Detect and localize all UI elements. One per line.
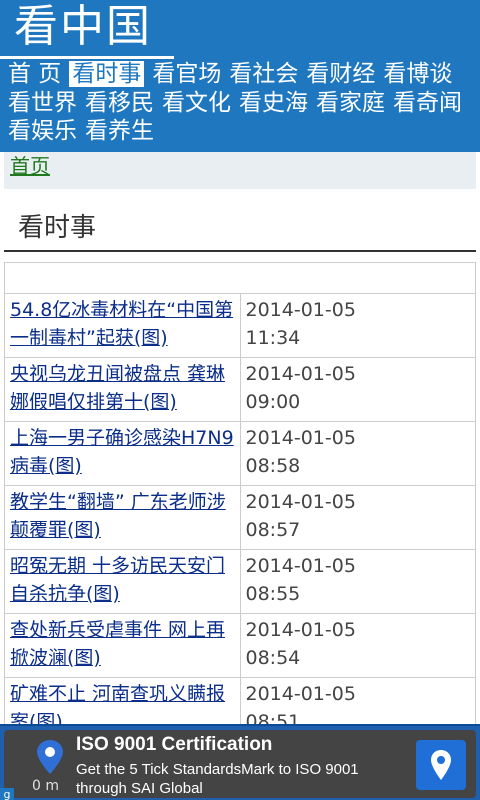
news-datetime-cell: 2014-01-05 11:34 xyxy=(239,292,476,358)
news-table: 54.8亿冰毒材料在“中国第一制毒村”起获(图) 2014-01-05 11:34 央… xyxy=(4,261,476,742)
nav-item-4[interactable]: 看财经 xyxy=(306,61,375,87)
news-date: 2014-01-05 xyxy=(245,298,356,321)
news-date: 2014-01-05 xyxy=(245,554,356,577)
news-datetime-cell: 2014-01-05 09:00 xyxy=(239,356,476,422)
table-spacer-row xyxy=(4,261,476,294)
breadcrumb: 首页 xyxy=(4,151,476,189)
map-pin-icon xyxy=(37,740,63,774)
news-title-cell: 54.8亿冰毒材料在“中国第一制毒村”起获(图) xyxy=(4,292,241,358)
logo-row: 看中国 xyxy=(0,0,480,59)
news-time: 08:54 xyxy=(245,647,301,669)
news-title-cell: 教学生“翻墙” 广东老师涉颠覆罪(图) xyxy=(4,484,241,550)
ad-mark[interactable]: g xyxy=(0,788,14,800)
news-date: 2014-01-05 xyxy=(245,362,356,385)
news-title-cell: 查处新兵受虐事件 网上再掀波澜(图) xyxy=(4,612,241,678)
ad-title[interactable]: ISO 9001 Certification xyxy=(76,734,272,756)
table-row: 昭冤无期 十多访民天安门自杀抗争(图) 2014-01-05 08:55 xyxy=(4,548,476,614)
nav-item-11[interactable]: 看奇闻 xyxy=(393,90,462,116)
table-row: 查处新兵受虐事件 网上再掀波澜(图) 2014-01-05 08:54 xyxy=(4,612,476,678)
site-logo[interactable]: 看中国 xyxy=(14,2,152,52)
page: 看中国 首 页看时事 看官场 看社会 看财经 看博谈看世界 看移民 看文化 看史海 看家庭 看奇闻… xyxy=(0,0,480,800)
nav-item-7[interactable]: 看移民 xyxy=(85,90,154,116)
news-title-link[interactable]: 查处新兵受虐事件 网上再掀波澜(图) xyxy=(10,619,225,670)
logo-underline xyxy=(0,56,174,59)
news-title-cell: 昭冤无期 十多访民天安门自杀抗争(图) xyxy=(4,548,241,614)
news-datetime-cell: 2014-01-05 08:57 xyxy=(239,484,476,550)
ad-banner[interactable]: 0 m ISO 9001 Certification Get the 5 Tic… xyxy=(0,724,480,800)
ad-location-button[interactable] xyxy=(416,740,466,790)
ad-description[interactable]: Get the 5 Tick StandardsMark to ISO 9001… xyxy=(76,760,406,798)
nav-item-13[interactable]: 看养生 xyxy=(85,118,154,144)
news-time: 09:00 xyxy=(245,391,301,413)
news-time: 08:55 xyxy=(245,583,301,605)
location-pin-icon xyxy=(431,750,451,780)
nav-item-8[interactable]: 看文化 xyxy=(162,90,231,116)
breadcrumb-home-link[interactable]: 首页 xyxy=(10,154,50,178)
news-title-cell: 上海一男子确诊感染H7N9病毒(图) xyxy=(4,420,241,486)
nav-item-12[interactable]: 看娱乐 xyxy=(8,118,77,144)
news-date: 2014-01-05 xyxy=(245,490,356,513)
news-time: 08:57 xyxy=(245,519,301,541)
table-row: 54.8亿冰毒材料在“中国第一制毒村”起获(图) 2014-01-05 11:34 xyxy=(4,292,476,358)
site-header: 看中国 首 页看时事 看官场 看社会 看财经 看博谈看世界 看移民 看文化 看史海 看家庭 看奇闻… xyxy=(0,0,480,152)
nav-item-1[interactable]: 看时事 xyxy=(69,61,145,87)
news-time: 08:58 xyxy=(245,455,301,477)
news-title-link[interactable]: 教学生“翻墙” 广东老师涉颠覆罪(图) xyxy=(10,491,226,542)
news-datetime-cell: 2014-01-05 08:55 xyxy=(239,548,476,614)
news-table-wrapper: 54.8亿冰毒材料在“中国第一制毒村”起获(图) 2014-01-05 11:34 央… xyxy=(4,261,476,742)
news-date: 2014-01-05 xyxy=(245,426,356,449)
nav-item-5[interactable]: 看博谈 xyxy=(383,61,452,87)
nav-item-0[interactable]: 首 页 xyxy=(8,61,61,87)
news-date: 2014-01-05 xyxy=(245,618,356,641)
table-row: 上海一男子确诊感染H7N9病毒(图) 2014-01-05 08:58 xyxy=(4,420,476,486)
table-spacer-cell xyxy=(4,261,476,294)
ad-content[interactable]: 0 m ISO 9001 Certification Get the 5 Tic… xyxy=(4,730,476,798)
nav-item-2[interactable]: 看官场 xyxy=(152,61,221,87)
main-nav: 首 页看时事 看官场 看社会 看财经 看博谈看世界 看移民 看文化 看史海 看家庭 看奇闻看娱乐看… xyxy=(0,54,480,152)
nav-item-9[interactable]: 看史海 xyxy=(239,90,308,116)
news-title-link[interactable]: 上海一男子确诊感染H7N9病毒(图) xyxy=(10,427,234,478)
news-title-link[interactable]: 昭冤无期 十多访民天安门自杀抗争(图) xyxy=(10,555,225,606)
table-row: 教学生“翻墙” 广东老师涉颠覆罪(图) 2014-01-05 08:57 xyxy=(4,484,476,550)
news-date: 2014-01-05 xyxy=(245,682,356,705)
ad-distance: 0 m xyxy=(32,778,59,794)
news-title-link[interactable]: 央视乌龙丑闻被盘点 龚琳娜假唱仅排第十(图) xyxy=(10,363,225,414)
news-datetime-cell: 2014-01-05 08:58 xyxy=(239,420,476,486)
news-title-link[interactable]: 54.8亿冰毒材料在“中国第一制毒村”起获(图) xyxy=(10,299,233,350)
news-datetime-cell: 2014-01-05 08:54 xyxy=(239,612,476,678)
news-title-cell: 央视乌龙丑闻被盘点 龚琳娜假唱仅排第十(图) xyxy=(4,356,241,422)
nav-item-6[interactable]: 看世界 xyxy=(8,90,77,116)
table-row: 央视乌龙丑闻被盘点 龚琳娜假唱仅排第十(图) 2014-01-05 09:00 xyxy=(4,356,476,422)
section-title: 看时事 xyxy=(4,201,476,252)
news-time: 11:34 xyxy=(245,327,301,349)
nav-item-3[interactable]: 看社会 xyxy=(229,61,298,87)
nav-item-10[interactable]: 看家庭 xyxy=(316,90,385,116)
